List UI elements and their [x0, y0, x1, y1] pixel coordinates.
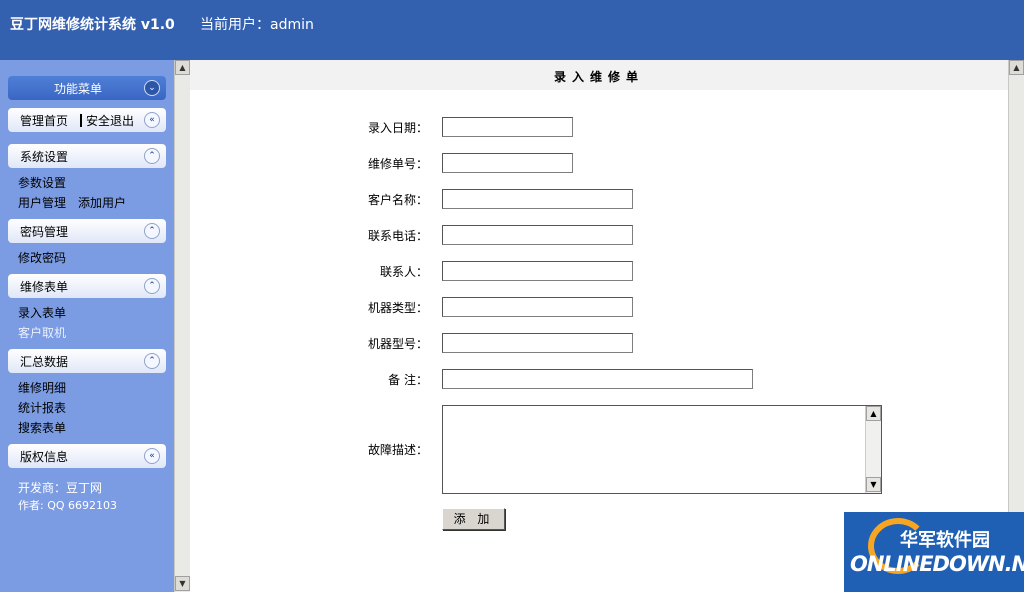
scroll-up-icon[interactable]: ▲ — [1009, 60, 1024, 75]
sidebar-item-pickup[interactable]: 客户取机 — [18, 324, 66, 341]
remarks-label: 备 注： — [388, 373, 428, 387]
scroll-down-icon[interactable]: ▼ — [866, 477, 881, 492]
author-text: 作者: QQ 6692103 — [18, 499, 118, 512]
sidebar-item-user-manage[interactable]: 用户管理 — [18, 194, 66, 211]
fault-description-textarea[interactable]: ▲ ▼ — [442, 405, 882, 494]
section-title: 版权信息 — [20, 450, 69, 464]
phone-input[interactable] — [442, 225, 633, 245]
page-title: 录入维修单 — [553, 70, 644, 84]
watermark-cn: 华军软件园 — [900, 530, 990, 551]
section-header-copyright[interactable]: 版权信息 « — [8, 444, 166, 468]
home-link[interactable]: 管理首页 — [20, 112, 68, 129]
remarks-input[interactable] — [442, 369, 753, 389]
collapse-all-icon[interactable]: ⌄ — [144, 80, 160, 96]
sidebar: 功能菜单 ⌄ 管理首页 安全退出 « 系统设置 ⌃ 参数设置 用户管理 添加用户… — [0, 60, 174, 592]
sidebar-item-stats-report[interactable]: 统计报表 — [18, 399, 66, 416]
sidebar-item-search-form[interactable]: 搜索表单 — [18, 419, 66, 436]
entry-date-input[interactable] — [442, 117, 573, 137]
sidebar-item-repair-detail[interactable]: 维修明细 — [18, 379, 66, 396]
chevron-up-icon[interactable]: ⌃ — [144, 278, 160, 294]
chevron-up-icon[interactable]: ⌃ — [144, 148, 160, 164]
section-header-repair[interactable]: 维修表单 ⌃ — [8, 274, 166, 298]
contact-input[interactable] — [442, 261, 633, 281]
current-user: 当前用户：admin — [200, 17, 314, 33]
chevron-left-icon[interactable]: « — [144, 448, 160, 464]
customer-name-label: 客户名称： — [367, 193, 428, 207]
menu-title-bar[interactable]: 功能菜单 ⌄ — [8, 76, 166, 100]
section-title: 维修表单 — [20, 280, 69, 294]
home-logout-bar: 管理首页 安全退出 « — [8, 108, 166, 132]
system-title: 豆丁网维修统计系统 v1.0 — [10, 17, 175, 33]
developer-text: 开发商：豆丁网 — [18, 481, 103, 495]
form-header: 录入维修单 — [190, 60, 1008, 90]
watermark-logo: 华军软件园 ONLINEDOWN.NET — [844, 512, 1024, 592]
textarea-scrollbar[interactable]: ▲ ▼ — [865, 406, 881, 493]
scroll-up-icon[interactable]: ▲ — [866, 406, 881, 421]
top-header: 豆丁网维修统计系统 v1.0 当前用户：admin — [0, 0, 1024, 60]
section-title: 系统设置 — [20, 150, 69, 164]
entry-date-label: 录入日期： — [367, 121, 428, 135]
contact-label: 联系人： — [379, 265, 428, 279]
separator — [80, 114, 82, 127]
machine-model-input[interactable] — [442, 333, 633, 353]
scroll-up-icon[interactable]: ▲ — [175, 60, 190, 75]
sidebar-item-change-password[interactable]: 修改密码 — [18, 249, 66, 266]
phone-label: 联系电话： — [367, 229, 428, 243]
machine-type-label: 机器类型： — [367, 301, 428, 315]
section-title: 密码管理 — [20, 225, 69, 239]
machine-model-label: 机器型号： — [367, 337, 428, 351]
section-title: 汇总数据 — [20, 355, 69, 369]
sidebar-item-add-user[interactable]: 添加用户 — [78, 194, 126, 211]
section-header-password[interactable]: 密码管理 ⌃ — [8, 219, 166, 243]
sidebar-item-enter-form[interactable]: 录入表单 — [18, 304, 66, 321]
section-header-system[interactable]: 系统设置 ⌃ — [8, 144, 166, 168]
chevron-up-icon[interactable]: ⌃ — [144, 223, 160, 239]
add-button[interactable]: 添 加 — [442, 508, 505, 530]
order-number-input[interactable] — [442, 153, 573, 173]
section-header-summary[interactable]: 汇总数据 ⌃ — [8, 349, 166, 373]
chevron-left-icon[interactable]: « — [144, 112, 160, 128]
customer-name-input[interactable] — [442, 189, 633, 209]
logout-link[interactable]: 安全退出 — [86, 112, 134, 129]
menu-title: 功能菜单 — [53, 82, 102, 96]
sidebar-scrollbar[interactable]: ▲ ▼ — [174, 60, 190, 592]
scroll-down-icon[interactable]: ▼ — [175, 576, 190, 591]
fault-description-label: 故障描述： — [367, 443, 428, 457]
order-number-label: 维修单号： — [367, 157, 428, 171]
chevron-up-icon[interactable]: ⌃ — [144, 353, 160, 369]
watermark-en: ONLINEDOWN.NET — [850, 552, 1024, 576]
sidebar-item-params[interactable]: 参数设置 — [18, 174, 66, 191]
machine-type-input[interactable] — [442, 297, 633, 317]
